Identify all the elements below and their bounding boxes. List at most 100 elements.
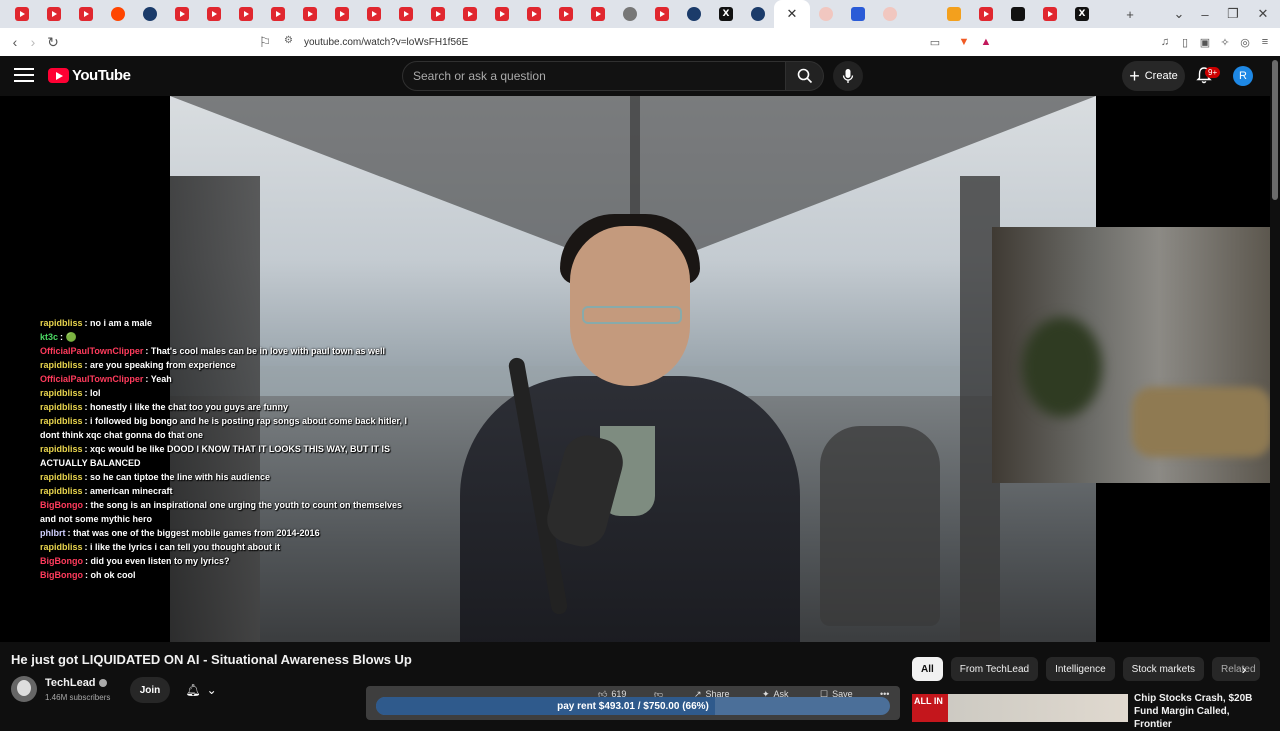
page-scrollbar[interactable] [1270, 56, 1280, 720]
browser-tab[interactable] [906, 0, 938, 28]
chip-all[interactable]: All [912, 657, 943, 681]
menu-icon[interactable]: ≡ [1258, 35, 1272, 49]
browser-tab[interactable] [842, 0, 874, 28]
join-button[interactable]: Join [130, 677, 170, 703]
browser-tab[interactable] [742, 0, 774, 28]
youtube-favicon-icon [15, 7, 29, 21]
active-tab[interactable]: ✕ [774, 0, 810, 28]
browser-tab[interactable] [614, 0, 646, 28]
extensions-icon[interactable]: ✧ [1218, 35, 1232, 49]
subscribe-bell-button[interactable]: 🔔︎ ⌄ [176, 677, 226, 703]
browser-tab[interactable] [582, 0, 614, 28]
browser-tab[interactable] [70, 0, 102, 28]
browser-tab[interactable] [230, 0, 262, 28]
address-bar[interactable]: ⚙ youtube.com/watch?v=loWsFH1f56E [280, 31, 1000, 53]
new-tab-button[interactable]: + [1115, 0, 1145, 28]
browser-tab[interactable] [1002, 0, 1034, 28]
chip-intelligence[interactable]: Intelligence [1046, 657, 1115, 681]
cast-icon[interactable]: ▭ [928, 35, 942, 49]
chat-message: OfficialPaulTownClipper: Yeah [40, 374, 172, 384]
recommended-thumbnail[interactable]: ALL IN [912, 694, 1128, 722]
browser-tab[interactable] [1034, 0, 1066, 28]
channel-avatar[interactable] [11, 676, 37, 702]
forward-icon[interactable]: › [22, 31, 44, 53]
browser-tab[interactable] [198, 0, 230, 28]
bookmark-icon[interactable]: ⚐ [254, 31, 276, 53]
youtube-favicon-icon [271, 7, 285, 21]
youtube-logo[interactable]: YouTube [48, 67, 131, 84]
browser-tab[interactable] [678, 0, 710, 28]
window-close-icon[interactable]: ✕ [1248, 0, 1278, 28]
youtube-favicon-icon [591, 7, 605, 21]
maximize-icon[interactable]: ❐ [1218, 0, 1248, 28]
streamer [460, 156, 800, 642]
chat-text: so he can tiptoe the line with his audie… [90, 472, 271, 482]
chat-username: rapidbliss [40, 444, 83, 454]
youtube-favicon-icon [239, 7, 253, 21]
minimize-icon[interactable]: – [1190, 0, 1220, 28]
watch-metadata: He just got LIQUIDATED ON AI - Situation… [0, 642, 1270, 730]
url-text: youtube.com/watch?v=loWsFH1f56E [304, 36, 469, 48]
browser-tab[interactable] [486, 0, 518, 28]
recommended-title[interactable]: Chip Stocks Crash, $20B Fund Margin Call… [1134, 692, 1264, 731]
browser-tab[interactable] [6, 0, 38, 28]
plus-icon: + [1129, 66, 1140, 86]
browser-tab[interactable] [810, 0, 842, 28]
site-info-icon[interactable]: ⚙ [284, 35, 293, 46]
chip-from-techlead[interactable]: From TechLead [950, 657, 1039, 681]
steam-favicon-icon [143, 7, 157, 21]
chat-text: the song is an inspirational one urging … [40, 500, 403, 524]
chat-message: rapidbliss: i like the lyrics i can tell… [40, 542, 281, 552]
wallet-icon[interactable]: ▣ [1198, 35, 1212, 49]
browser-tab[interactable] [262, 0, 294, 28]
chat-message: rapidbliss: american minecraft [40, 486, 173, 496]
brave-shield-icon[interactable]: ▼ [957, 35, 971, 49]
browser-toolbar: ‹ › ↻ ⚐ ⚙ youtube.com/watch?v=loWsFH1f56… [0, 28, 1280, 56]
menu-hamburger-icon[interactable] [14, 68, 34, 84]
chip-stock-markets[interactable]: Stock markets [1122, 657, 1205, 681]
chat-text: i like the lyrics i can tell you thought… [90, 542, 281, 552]
browser-tab[interactable] [938, 0, 970, 28]
browser-tab[interactable] [166, 0, 198, 28]
youtube-favicon-icon [1043, 7, 1057, 21]
browser-tab[interactable] [390, 0, 422, 28]
browser-tab[interactable] [646, 0, 678, 28]
browser-tab[interactable] [102, 0, 134, 28]
vpn-icon[interactable]: ◎ [1238, 35, 1252, 49]
chat-message: OfficialPaulTownClipper: That's cool mal… [40, 346, 386, 356]
create-button[interactable]: + Create [1122, 61, 1185, 91]
voice-search-button[interactable] [833, 61, 863, 91]
browser-tab[interactable] [326, 0, 358, 28]
browser-tab[interactable] [38, 0, 70, 28]
reload-icon[interactable]: ↻ [42, 31, 64, 53]
browser-tab[interactable] [874, 0, 906, 28]
sidebar-icon[interactable]: ▯ [1178, 35, 1192, 49]
search-box[interactable] [402, 61, 786, 91]
browser-tab[interactable] [358, 0, 390, 28]
chat-username: OfficialPaulTownClipper [40, 374, 144, 384]
browser-tab[interactable] [134, 0, 166, 28]
youtube-favicon-icon [559, 7, 573, 21]
chat-username: rapidbliss [40, 388, 83, 398]
video-player[interactable]: rapidbliss: no i am a male kt3c: 🟢 Officia… [0, 96, 1270, 642]
browser-tab[interactable] [294, 0, 326, 28]
search-button[interactable] [786, 61, 824, 91]
recommended-video[interactable]: ALL IN Chip Stocks Crash, $20B Fund Marg… [912, 692, 1262, 730]
blue-favicon-icon [851, 7, 865, 21]
browser-tab[interactable]: X [710, 0, 742, 28]
channel-name[interactable]: TechLead [45, 677, 107, 689]
browser-tab[interactable] [422, 0, 454, 28]
search-input[interactable] [413, 69, 785, 83]
scrollbar-thumb[interactable] [1272, 60, 1278, 200]
browser-tab[interactable]: X [1066, 0, 1098, 28]
browser-tab[interactable] [970, 0, 1002, 28]
brave-rewards-icon[interactable]: ▲ [979, 35, 993, 49]
account-avatar[interactable]: R [1233, 66, 1253, 86]
chips-next-icon[interactable]: › [1236, 659, 1252, 679]
browser-tab[interactable] [550, 0, 582, 28]
pink-favicon-icon [883, 7, 897, 21]
media-icon[interactable]: ♫ [1158, 35, 1172, 49]
media-favicon-icon [1011, 7, 1025, 21]
browser-tab[interactable] [454, 0, 486, 28]
browser-tab[interactable] [518, 0, 550, 28]
